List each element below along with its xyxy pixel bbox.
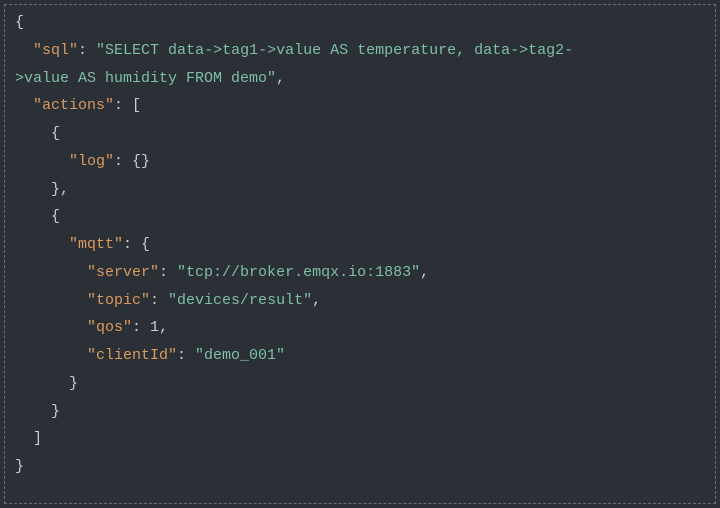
brace-close: }	[15, 458, 24, 475]
value-sql-part2: >value AS humidity FROM demo"	[15, 70, 276, 87]
bracket-close: ]	[33, 430, 42, 447]
key-qos: "qos"	[87, 319, 132, 336]
brace-close: }	[51, 403, 60, 420]
comma: ,	[60, 181, 69, 198]
key-topic: "topic"	[87, 292, 150, 309]
json-code[interactable]: { "sql": "SELECT data->tag1->value AS te…	[15, 9, 705, 481]
key-sql: "sql"	[33, 42, 78, 59]
brace-open: {	[15, 14, 24, 31]
indent	[15, 319, 87, 336]
value-sql-part1: "SELECT data->tag1->value AS temperature…	[96, 42, 573, 59]
colon: :	[132, 319, 150, 336]
colon: :	[114, 153, 132, 170]
colon: :	[150, 292, 168, 309]
brace-open: {	[51, 208, 60, 225]
key-clientid: "clientId"	[87, 347, 177, 364]
brace-close: }	[69, 375, 78, 392]
indent	[15, 42, 33, 59]
colon: :	[78, 42, 96, 59]
value-clientid: "demo_001"	[195, 347, 285, 364]
colon: :	[123, 236, 141, 253]
key-server: "server"	[87, 264, 159, 281]
value-server: "tcp://broker.emqx.io:1883"	[177, 264, 420, 281]
indent	[15, 430, 33, 447]
brace-open: {	[141, 236, 150, 253]
comma: ,	[420, 264, 429, 281]
comma: ,	[312, 292, 321, 309]
indent	[15, 375, 69, 392]
value-qos: 1	[150, 319, 159, 336]
indent	[15, 125, 51, 142]
indent	[15, 403, 51, 420]
comma: ,	[159, 319, 168, 336]
colon: :	[114, 97, 132, 114]
colon: :	[177, 347, 195, 364]
indent	[15, 236, 69, 253]
indent	[15, 153, 69, 170]
brace-close: }	[51, 181, 60, 198]
comma: ,	[276, 70, 285, 87]
colon: :	[159, 264, 177, 281]
indent	[15, 97, 33, 114]
key-actions: "actions"	[33, 97, 114, 114]
value-topic: "devices/result"	[168, 292, 312, 309]
indent	[15, 208, 51, 225]
empty-obj: {}	[132, 153, 150, 170]
key-log: "log"	[69, 153, 114, 170]
indent	[15, 264, 87, 281]
indent	[15, 347, 87, 364]
key-mqtt: "mqtt"	[69, 236, 123, 253]
indent	[15, 292, 87, 309]
indent	[15, 181, 51, 198]
bracket-open: [	[132, 97, 141, 114]
code-block: { "sql": "SELECT data->tag1->value AS te…	[4, 4, 716, 504]
brace-open: {	[51, 125, 60, 142]
